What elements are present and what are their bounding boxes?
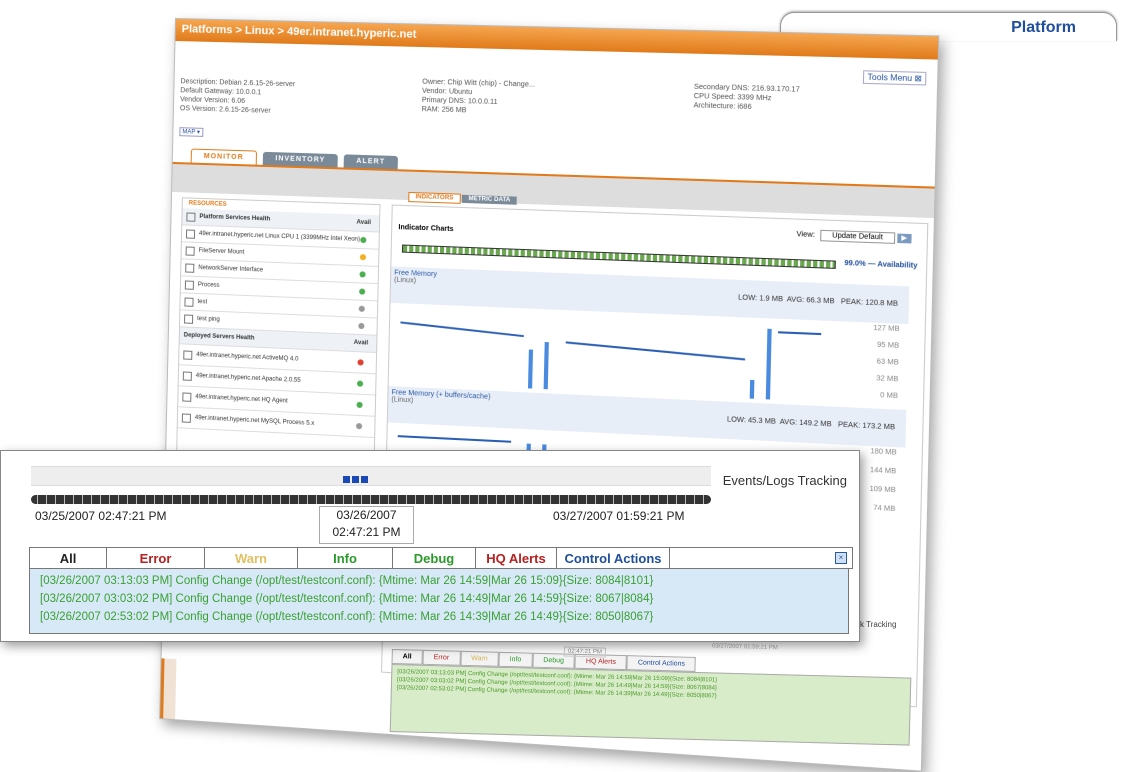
tab-hq-alerts[interactable]: HQ Alerts [476,548,557,568]
row-checkbox[interactable] [184,296,194,307]
y-tick: 109 MB [869,485,896,495]
avg-value: AVG: 149.2 MB [779,418,832,429]
y-tick: 95 MB [877,341,900,350]
series-line [397,435,512,443]
tab-all[interactable]: All [391,648,423,665]
series-bar [543,341,549,390]
y-tick: 0 MB [880,392,899,401]
faded-time-marker: 02:47:21 PM [563,646,607,658]
avg-value: AVG: 66.3 MB [786,296,835,306]
select-all-checkbox[interactable] [186,211,196,222]
series-bar [765,328,772,400]
view-select[interactable]: Update Default [820,229,895,244]
tab-control-actions[interactable]: Control Actions [626,655,697,672]
status-unknown-icon [358,322,365,330]
status-ok-icon [356,401,363,409]
series-line [400,321,524,338]
status-unknown-icon [355,422,363,430]
tab-control-actions[interactable]: Control Actions [557,548,670,568]
breadcrumb[interactable]: Platforms > Linux > 49er.intranet.hyperi… [182,23,417,41]
marker-date: 03/26/2007 [336,508,397,522]
details-right: Secondary DNS: 216.93.170.17 CPU Speed: … [693,83,800,112]
y-tick: 32 MB [876,375,899,384]
log-list: [03/26/2007 03:13:03 PM] Config Change (… [29,568,849,634]
status-warn-icon [359,254,367,261]
tab-debug[interactable]: Debug [393,548,476,568]
row-checkbox[interactable] [185,262,195,273]
close-icon[interactable]: × [835,552,847,564]
peak-value: PEAK: 120.8 MB [840,298,899,308]
tab-warn[interactable]: Warn [459,650,499,667]
status-down-icon [357,359,364,366]
series-bar [749,379,755,399]
row-checkbox[interactable] [185,228,196,239]
marker-time: 02:47:21 PM [332,525,401,539]
free-memory-chart: Free Memory (Linux) LOW: 1.9 MB AVG: 66.… [389,266,910,407]
tools-menu-button[interactable]: Tools Menu ⊠ [863,70,927,86]
details-left: Description: Debian 2.6.15-26-server Def… [179,78,296,115]
event-marker[interactable] [361,476,368,483]
row-checkbox[interactable] [184,279,194,290]
status-ok-icon [359,271,366,278]
tab-info[interactable]: Info [498,651,533,668]
bottom-left-accent [160,658,177,720]
row-checkbox[interactable] [185,245,195,256]
status-ok-icon [359,288,366,295]
status-ok-icon [356,380,364,387]
low-value: LOW: 45.3 MB [726,416,777,426]
peak-value: PEAK: 173.2 MB [837,421,896,432]
map-button[interactable]: MAP ▾ [179,127,204,137]
play-button[interactable]: ▶ [896,233,912,244]
view-label: View: [796,231,815,239]
log-filter-tabs: All Error Warn Info Debug HQ Alerts Cont… [29,547,853,569]
row-checkbox[interactable] [183,349,193,360]
faded-log-list: [03/26/2007 03:13:03 PM] Config Change (… [389,663,912,746]
indicator-charts-title: Indicator Charts [398,224,454,234]
tab-error[interactable]: Error [107,548,205,568]
row-checkbox[interactable] [182,370,192,381]
tab-all[interactable]: All [30,548,107,568]
faded-tracking-label: k Tracking [860,620,897,629]
faded-events-panel: 02:47:21 PM 03/27/2007 01:59:21 PM All E… [389,643,912,754]
row-checkbox[interactable] [181,412,191,423]
row-checkbox[interactable] [184,313,194,324]
details-mid: Owner: Chip Witt (chip) - Change... Vend… [421,78,536,115]
tab-metric-data[interactable]: METRIC DATA [462,194,517,205]
events-logs-title: Events/Logs Tracking [722,473,847,488]
availability-label: 99.0% — Availability [844,259,918,270]
y-tick: 63 MB [876,358,899,367]
log-entry: [03/26/2007 03:03:02 PM] Config Change (… [40,593,654,605]
series-line [565,341,746,361]
timeline-slider[interactable] [31,495,711,504]
y-tick: 74 MB [873,504,896,514]
start-time: 03/25/2007 02:47:21 PM [35,509,167,523]
y-tick: 180 MB [870,448,897,457]
availability-bar [401,244,836,269]
end-time: 03/27/2007 01:59:21 PM [553,509,685,523]
tab-info[interactable]: Info [298,548,393,568]
series-bar [527,349,534,389]
status-unknown-icon [358,305,365,312]
y-tick: 127 MB [873,324,900,334]
log-entry: [03/26/2007 03:13:03 PM] Config Change (… [40,575,654,587]
tab-indicators[interactable]: INDICATORS [408,191,461,204]
event-track[interactable] [31,466,711,486]
events-logs-zoom-panel: Events/Logs Tracking 03/25/2007 02:47:21… [0,450,860,642]
tab-warn[interactable]: Warn [205,548,298,568]
event-marker[interactable] [352,476,359,483]
time-marker: 03/26/2007 02:47:21 PM [319,506,414,544]
status-ok-icon [360,236,367,244]
series-line [778,331,822,336]
log-entry: [03/26/2007 02:53:02 PM] Config Change (… [40,611,654,623]
platform-label: Platform [1011,19,1076,36]
low-value: LOW: 1.9 MB [738,294,784,304]
tab-error[interactable]: Error [422,649,461,666]
event-marker[interactable] [343,476,350,483]
row-checkbox[interactable] [182,391,192,402]
y-tick: 144 MB [869,466,897,476]
